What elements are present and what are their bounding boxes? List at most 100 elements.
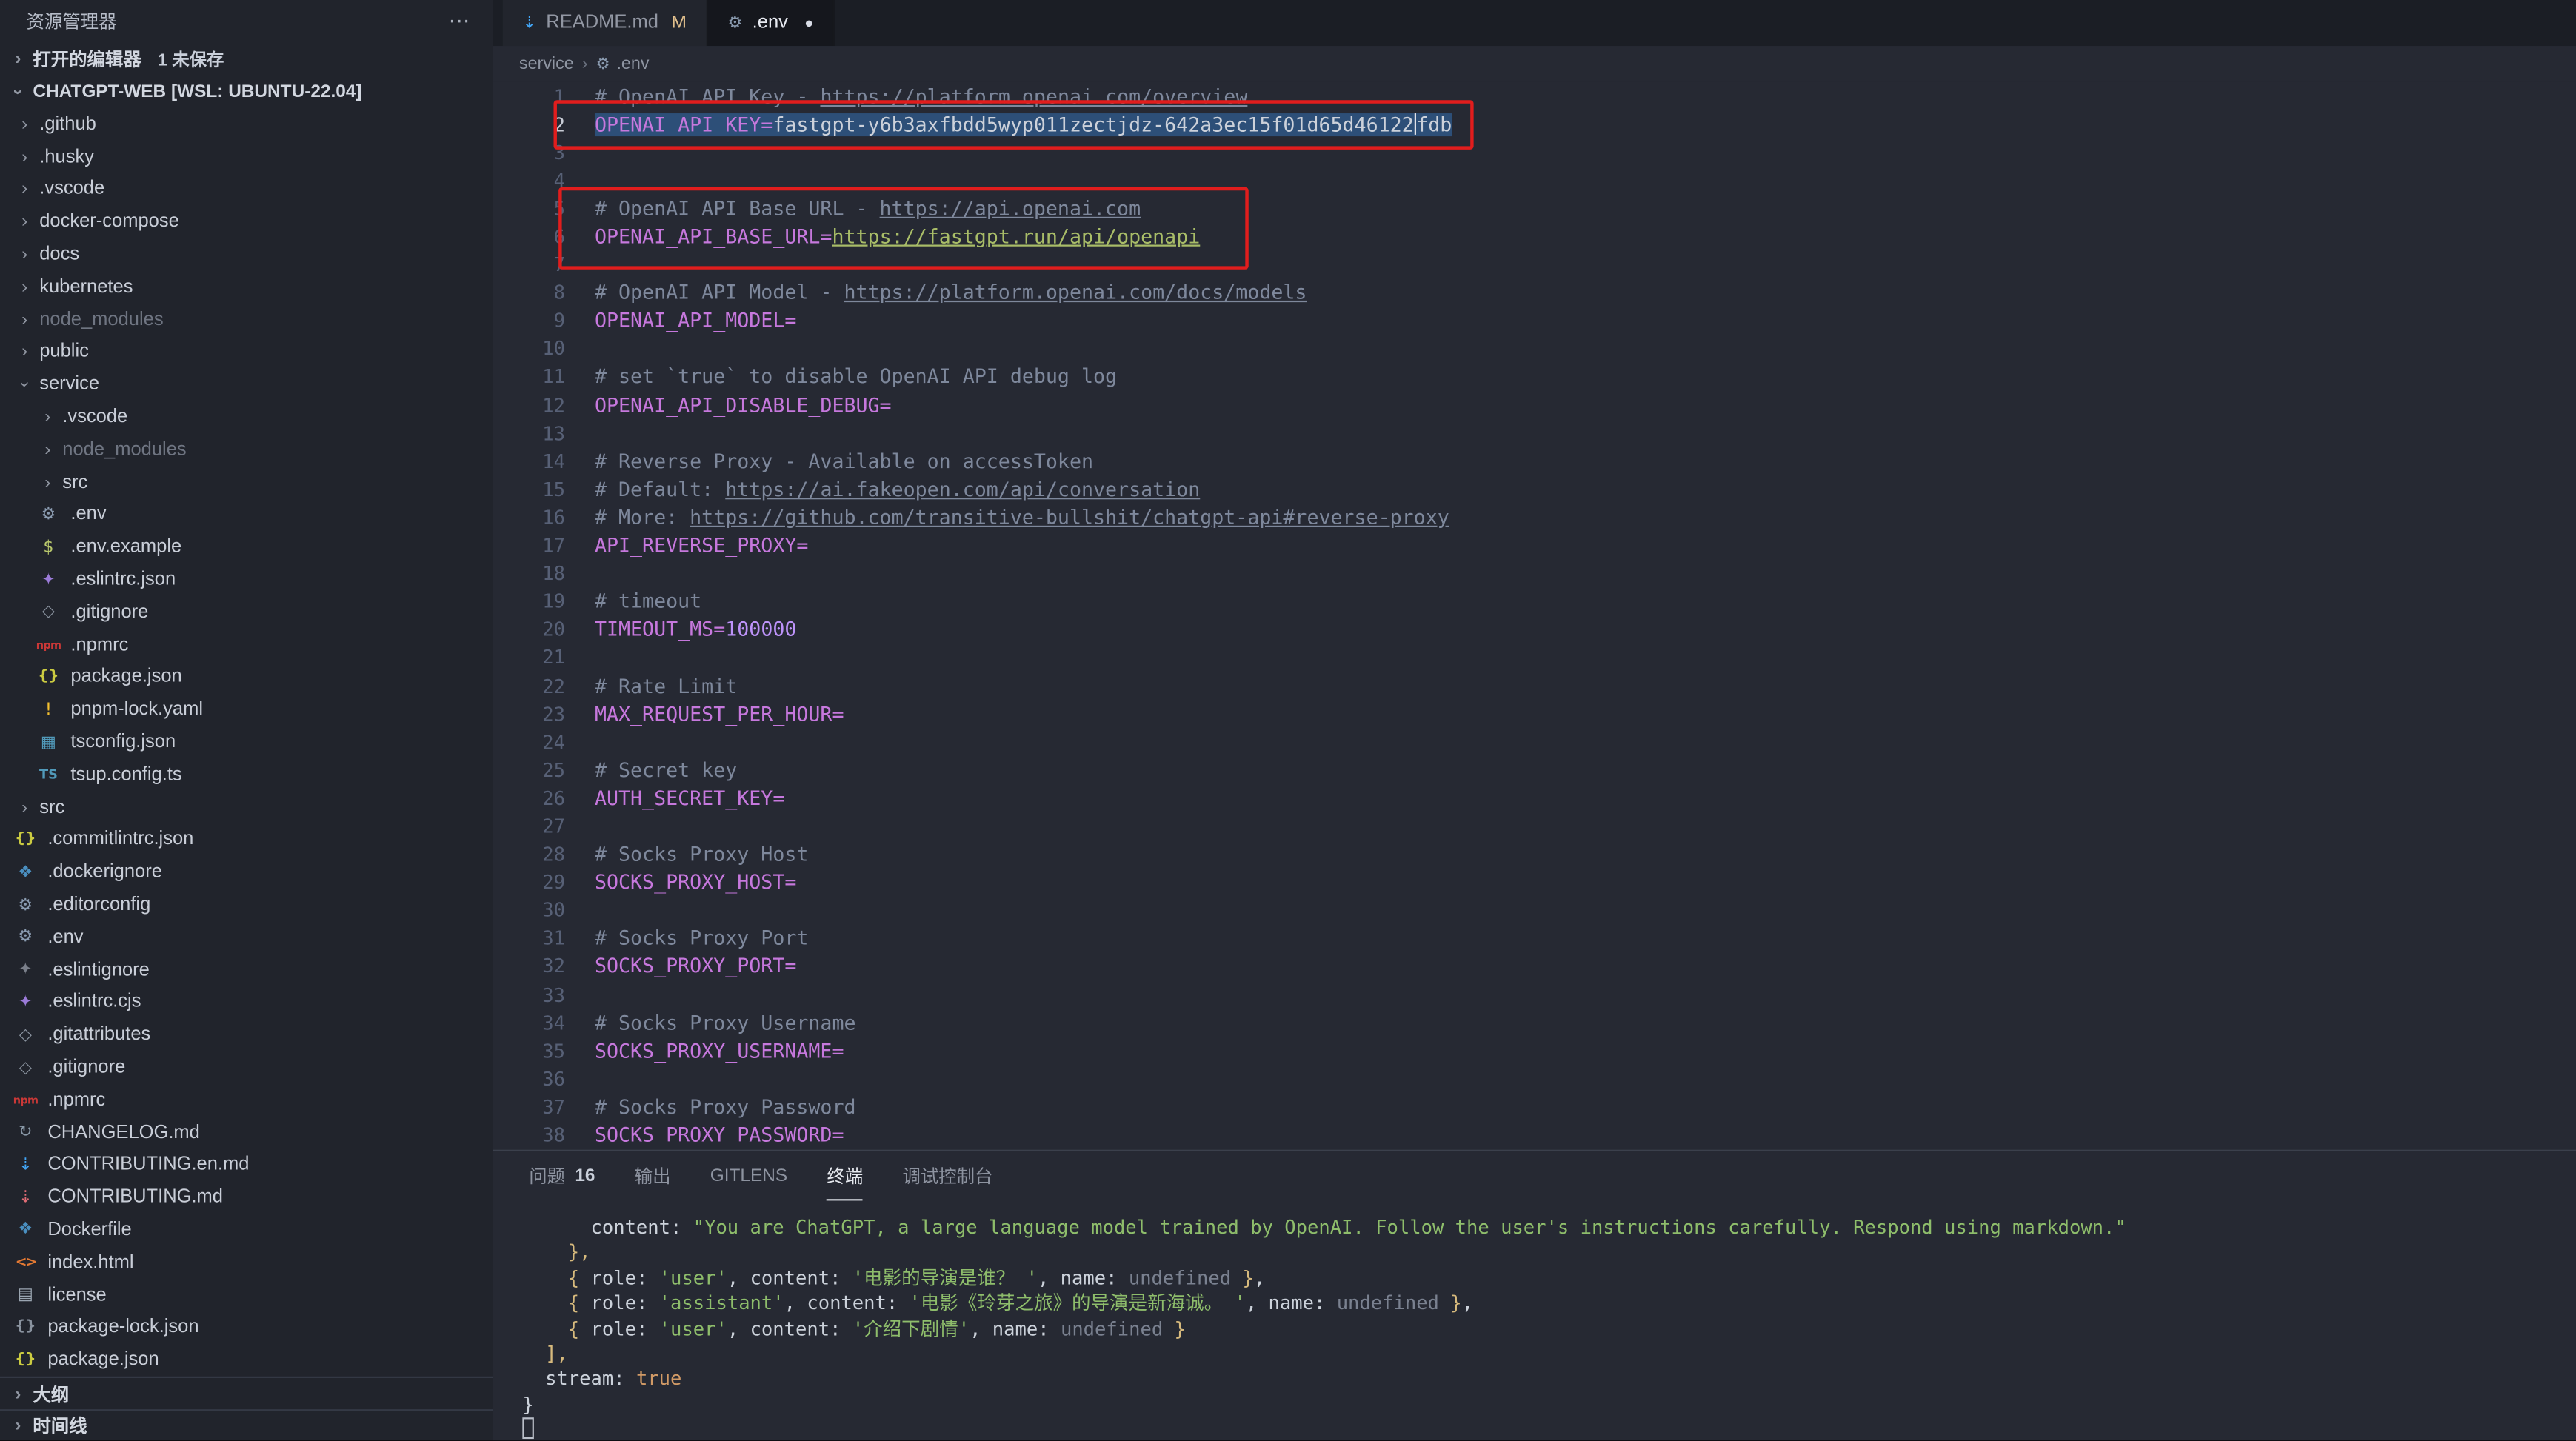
tree-item-.gitignore[interactable]: ◇.gitignore	[0, 1052, 493, 1084]
tab-.env[interactable]: ⚙.env●	[708, 0, 835, 46]
tree-item-CHANGELOG.md[interactable]: ↻CHANGELOG.md	[0, 1117, 493, 1149]
code-line-13[interactable]: 13	[493, 419, 2576, 447]
code-line-23[interactable]: 23MAX_REQUEST_PER_HOUR=	[493, 700, 2576, 728]
tree-item-.vscode[interactable]: ›.vscode	[0, 173, 493, 206]
code-line-32[interactable]: 32SOCKS_PROXY_PORT=	[493, 952, 2576, 980]
open-editors-header[interactable]: › 打开的编辑器 1 未保存	[0, 43, 493, 76]
code-line-17[interactable]: 17API_REVERSE_PROXY=	[493, 532, 2576, 560]
tree-item-.github[interactable]: ›.github	[0, 108, 493, 141]
tree-item-.husky[interactable]: ›.husky	[0, 141, 493, 173]
terminal-line: content: "You are ChatGPT, a large langu…	[522, 1215, 2576, 1240]
tree-item-node_modules[interactable]: ›node_modules	[0, 434, 493, 467]
tree-item-.editorconfig[interactable]: ⚙.editorconfig	[0, 889, 493, 921]
tree-item-.env.example[interactable]: $.env.example	[0, 531, 493, 564]
tree-item-Dockerfile[interactable]: ❖Dockerfile	[0, 1214, 493, 1246]
code-line-35[interactable]: 35SOCKS_PROXY_USERNAME=	[493, 1037, 2576, 1065]
code-line-29[interactable]: 29SOCKS_PROXY_HOST=	[493, 869, 2576, 897]
code-line-22[interactable]: 22# Rate Limit	[493, 672, 2576, 700]
tree-item-.vscode[interactable]: ›.vscode	[0, 401, 493, 434]
terminal-output[interactable]: content: "You are ChatGPT, a large langu…	[493, 1200, 2576, 1440]
code-line-18[interactable]: 18	[493, 559, 2576, 587]
tab-README.md[interactable]: ⇣README.mdM	[503, 0, 708, 46]
code-line-16[interactable]: 16# More: https://github.com/transitive-…	[493, 504, 2576, 532]
code-line-34[interactable]: 34# Socks Proxy Username	[493, 1009, 2576, 1037]
code-line-21[interactable]: 21	[493, 643, 2576, 672]
chevron-collapsed-icon: ›	[7, 1384, 30, 1404]
tree-item-public[interactable]: ›public	[0, 336, 493, 369]
tree-item-pnpm-lock.yaml[interactable]: !pnpm-lock.yaml	[0, 694, 493, 726]
code-line-20[interactable]: 20TIMEOUT_MS=100000	[493, 615, 2576, 643]
braces-dim-icon: {}	[13, 1320, 38, 1336]
code-line-6[interactable]: 6OPENAI_API_BASE_URL=https://fastgpt.run…	[493, 222, 2576, 250]
code-line-4[interactable]: 4	[493, 167, 2576, 195]
code-line-9[interactable]: 9OPENAI_API_MODEL=	[493, 307, 2576, 335]
code-line-27[interactable]: 27	[493, 812, 2576, 840]
tree-item-src[interactable]: ›src	[0, 792, 493, 824]
code-line-3[interactable]: 3	[493, 138, 2576, 167]
code-line-1[interactable]: 1# OpenAI API Key - https://platform.ope…	[493, 82, 2576, 110]
tree-item-docs[interactable]: ›docs	[0, 238, 493, 271]
editor-code[interactable]: 1# OpenAI API Key - https://platform.ope…	[493, 82, 2576, 1150]
tree-item-.npmrc[interactable]: npm.npmrc	[0, 629, 493, 661]
tree-item-package.json[interactable]: {}package.json	[0, 1344, 493, 1377]
tree-item-package-lock.json[interactable]: {}package-lock.json	[0, 1311, 493, 1344]
problems-count-badge: 16	[575, 1166, 595, 1186]
tree-item-CONTRIBUTING.md[interactable]: ⇣CONTRIBUTING.md	[0, 1181, 493, 1214]
breadcrumb-item-service[interactable]: service	[519, 54, 574, 74]
code-line-38[interactable]: 38SOCKS_PROXY_PASSWORD=	[493, 1121, 2576, 1149]
breadcrumb-item-.env[interactable]: ⚙.env	[596, 54, 650, 74]
code-line-33[interactable]: 33	[493, 980, 2576, 1009]
project-header[interactable]: › CHATGPT-WEB [WSL: UBUNTU-22.04]	[0, 76, 493, 108]
code-line-31[interactable]: 31# Socks Proxy Port	[493, 924, 2576, 952]
tree-item-package.json[interactable]: {}package.json	[0, 661, 493, 694]
tree-item-label: .env.example	[70, 538, 181, 558]
tree-item-docker-compose[interactable]: ›docker-compose	[0, 206, 493, 238]
tree-item-tsup.config.ts[interactable]: TStsup.config.ts	[0, 759, 493, 792]
outline-section-header[interactable]: › 大纲	[0, 1377, 493, 1409]
tree-item-node_modules[interactable]: ›node_modules	[0, 304, 493, 336]
code-line-10[interactable]: 10	[493, 335, 2576, 363]
tree-item-.eslintrc.json[interactable]: ✦.eslintrc.json	[0, 564, 493, 596]
code-line-36[interactable]: 36	[493, 1065, 2576, 1093]
code-line-15[interactable]: 15# Default: https://ai.fakeopen.com/api…	[493, 475, 2576, 504]
code-line-19[interactable]: 19# timeout	[493, 587, 2576, 615]
tree-item-.gitattributes[interactable]: ◇.gitattributes	[0, 1019, 493, 1052]
eslint-icon: ✦	[13, 994, 38, 1012]
code-line-text: OPENAI_API_DISABLE_DEBUG=	[595, 393, 892, 416]
tree-item-.eslintrc.cjs[interactable]: ✦.eslintrc.cjs	[0, 986, 493, 1019]
code-line-25[interactable]: 25# Secret key	[493, 756, 2576, 784]
tree-item-src[interactable]: ›src	[0, 466, 493, 498]
code-line-26[interactable]: 26AUTH_SECRET_KEY=	[493, 784, 2576, 812]
code-line-30[interactable]: 30	[493, 896, 2576, 924]
tree-item-license[interactable]: ▤license	[0, 1279, 493, 1311]
tree-item-kubernetes[interactable]: ›kubernetes	[0, 271, 493, 304]
timeline-section-header[interactable]: › 时间线	[0, 1408, 493, 1440]
tree-item-.env[interactable]: ⚙.env	[0, 498, 493, 531]
code-line-37[interactable]: 37# Socks Proxy Password	[493, 1093, 2576, 1121]
panel-tab-gitlens[interactable]: GITLENS	[710, 1151, 787, 1201]
code-line-24[interactable]: 24	[493, 728, 2576, 756]
tree-item-.eslintignore[interactable]: ✦.eslintignore	[0, 954, 493, 986]
code-line-5[interactable]: 5# OpenAI API Base URL - https://api.ope…	[493, 195, 2576, 223]
tree-item-tsconfig.json[interactable]: ▦tsconfig.json	[0, 726, 493, 759]
panel-tab-debug-console[interactable]: 调试控制台	[902, 1151, 992, 1201]
tree-item-.env[interactable]: ⚙.env	[0, 921, 493, 954]
tree-item-.dockerignore[interactable]: ❖.dockerignore	[0, 856, 493, 889]
code-line-8[interactable]: 8# OpenAI API Model - https://platform.o…	[493, 278, 2576, 307]
code-line-14[interactable]: 14# Reverse Proxy - Available on accessT…	[493, 447, 2576, 475]
more-actions-icon[interactable]: ⋯	[449, 8, 470, 34]
code-line-28[interactable]: 28# Socks Proxy Host	[493, 840, 2576, 869]
code-line-7[interactable]: 7	[493, 250, 2576, 278]
tree-item-.commitlintrc.json[interactable]: {}.commitlintrc.json	[0, 823, 493, 856]
code-line-11[interactable]: 11# set `true` to disable OpenAI API deb…	[493, 363, 2576, 391]
tree-item-.gitignore[interactable]: ◇.gitignore	[0, 596, 493, 629]
tree-item-.npmrc[interactable]: npm.npmrc	[0, 1084, 493, 1117]
panel-tab-output[interactable]: 输出	[635, 1151, 671, 1201]
tree-item-index.html[interactable]: <>index.html	[0, 1246, 493, 1279]
panel-tab-terminal[interactable]: 终端	[827, 1151, 863, 1201]
tree-item-service[interactable]: ›service	[0, 369, 493, 401]
code-line-2[interactable]: 2OPENAI_API_KEY=fastgpt-y6b3axfbdd5wyp01…	[493, 110, 2576, 138]
panel-tab-problems[interactable]: 问题16	[529, 1151, 595, 1201]
code-line-12[interactable]: 12OPENAI_API_DISABLE_DEBUG=	[493, 391, 2576, 419]
tree-item-CONTRIBUTING.en.md[interactable]: ⇣CONTRIBUTING.en.md	[0, 1149, 493, 1182]
